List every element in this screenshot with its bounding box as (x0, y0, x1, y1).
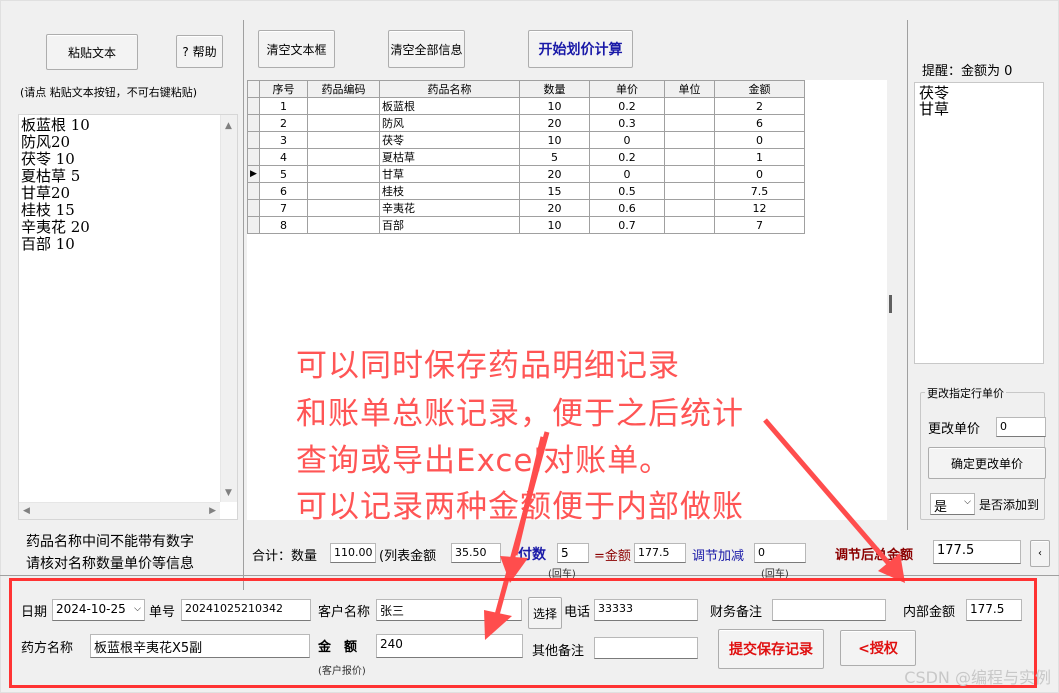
watermark: CSDN @编程与实例 (904, 668, 1051, 687)
highlight-frame (9, 578, 1037, 688)
arrow-to-doses (512, 436, 546, 556)
arrow-to-adjusted (763, 418, 892, 567)
